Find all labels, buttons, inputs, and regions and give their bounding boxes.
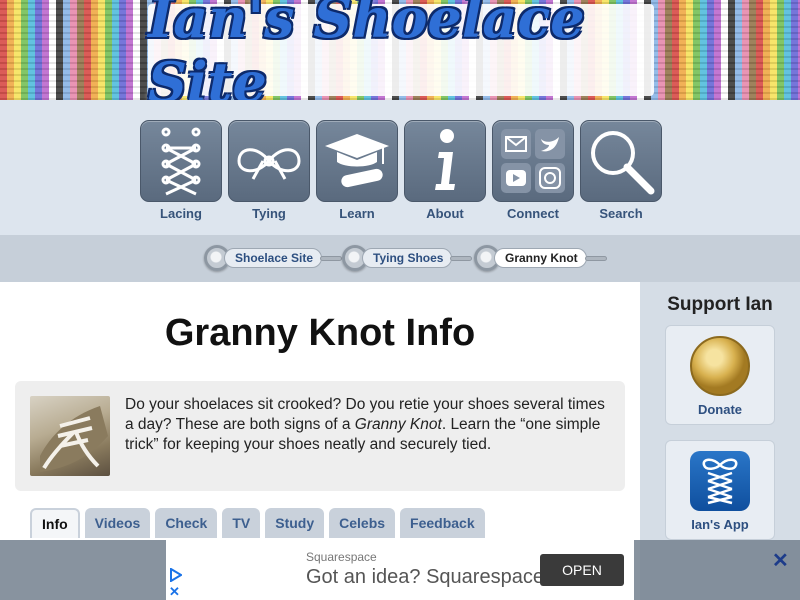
breadcrumb-item-granny-knot: Granny Knot (474, 245, 607, 271)
page-title: Granny Knot Info (164, 312, 476, 354)
app-label[interactable]: Ian's App (666, 517, 774, 532)
ad-choices-icon[interactable] (170, 568, 182, 582)
ad-dismiss-icon[interactable]: ✕ (169, 584, 180, 600)
info-icon[interactable] (404, 120, 486, 202)
tab-videos[interactable]: Videos (84, 508, 151, 538)
intro-box: Do your shoelaces sit crooked? Do you re… (15, 381, 625, 491)
site-banner[interactable]: Ian's Shoelace Site (0, 0, 800, 100)
nav-label-learn[interactable]: Learn (316, 206, 398, 221)
nav-item-learn[interactable]: Learn (316, 120, 398, 221)
coin-icon (690, 336, 750, 396)
tab-feedback[interactable]: Feedback (400, 508, 485, 538)
ad-open-button[interactable]: OPEN (540, 554, 624, 586)
nav-label-about[interactable]: About (404, 206, 486, 221)
tab-check[interactable]: Check (155, 508, 218, 538)
main-nav: Lacing Tying Learn About Connect Search (0, 100, 800, 235)
breadcrumb-label[interactable]: Tying Shoes (362, 248, 453, 268)
site-title[interactable]: Ian's Shoelace Site (148, 0, 654, 100)
support-heading: Support Ian (667, 294, 773, 315)
lacing-icon[interactable] (140, 120, 222, 202)
nav-item-connect[interactable]: Connect (492, 120, 574, 221)
tab-study[interactable]: Study (265, 508, 325, 538)
intro-emphasis: Granny Knot (354, 416, 442, 433)
tab-bar: Info Videos Check TV Study Celebs Feedba… (30, 508, 485, 540)
breadcrumb-tail (450, 255, 473, 261)
nav-label-search[interactable]: Search (580, 206, 662, 221)
breadcrumb-item-tying-shoes[interactable]: Tying Shoes (342, 245, 473, 271)
intro-paragraph: Do your shoelaces sit crooked? Do you re… (125, 395, 605, 455)
nav-item-lacing[interactable]: Lacing (140, 120, 222, 221)
nav-item-search[interactable]: Search (580, 120, 662, 221)
donate-button[interactable]: Donate (665, 325, 775, 425)
app-icon (690, 451, 750, 511)
close-icon[interactable]: ✕ (772, 548, 789, 573)
tab-tv[interactable]: TV (222, 508, 261, 538)
ad-bar: ✕ Squarespace Got an idea? Squarespace O… (0, 540, 800, 600)
ad-banner[interactable]: ✕ Squarespace Got an idea? Squarespace O… (166, 540, 634, 600)
tab-celebs[interactable]: Celebs (329, 508, 396, 538)
magnifier-icon[interactable] (580, 120, 662, 202)
nav-label-tying[interactable]: Tying (228, 206, 310, 221)
breadcrumb-label[interactable]: Shoelace Site (224, 248, 323, 268)
shoe-photo (30, 396, 110, 476)
nav-label-connect[interactable]: Connect (492, 206, 574, 221)
ad-brand: Squarespace (306, 550, 377, 564)
tab-info[interactable]: Info (30, 508, 80, 538)
breadcrumb-tail (320, 255, 343, 261)
breadcrumb-current-label: Granny Knot (494, 248, 587, 268)
social-icons[interactable] (492, 120, 574, 202)
app-button[interactable]: Ian's App (665, 440, 775, 540)
donate-label[interactable]: Donate (666, 402, 774, 417)
nav-label-lacing[interactable]: Lacing (140, 206, 222, 221)
nav-item-tying[interactable]: Tying (228, 120, 310, 221)
bow-knot-icon[interactable] (228, 120, 310, 202)
breadcrumb-item-shoelace-site[interactable]: Shoelace Site (204, 245, 343, 271)
nav-item-about[interactable]: About (404, 120, 486, 221)
breadcrumb-tail (584, 255, 607, 261)
graduation-cap-icon[interactable] (316, 120, 398, 202)
ad-headline[interactable]: Got an idea? Squarespace (306, 566, 544, 589)
breadcrumb: Shoelace Site Tying Shoes Granny Knot (0, 235, 800, 282)
